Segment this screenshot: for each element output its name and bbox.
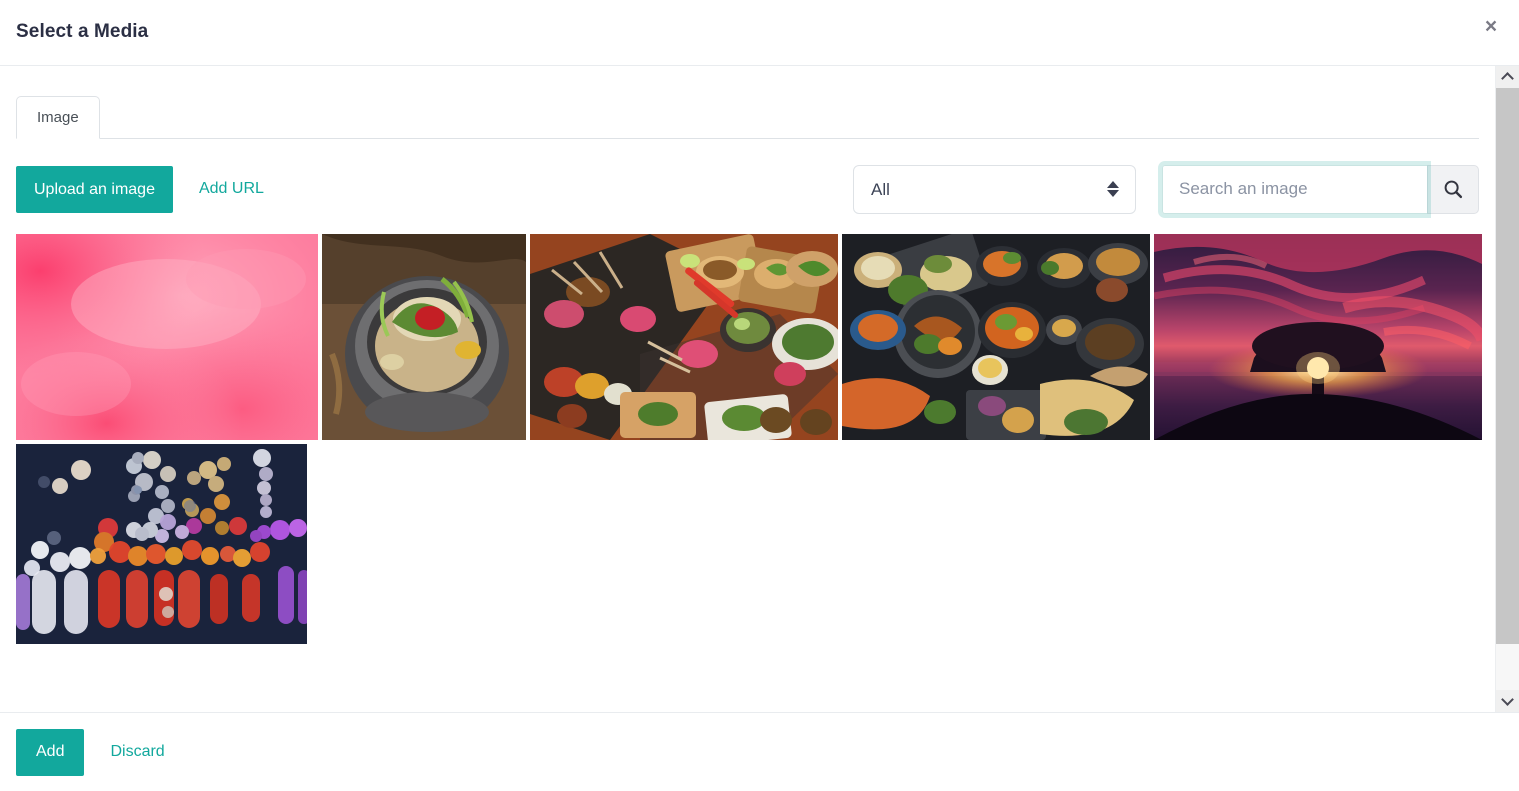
modal-body: Image Upload an image Add URL All	[0, 66, 1495, 712]
media-thumbnail-city-lights-bokeh[interactable]	[16, 444, 307, 644]
chevron-down-icon	[1501, 693, 1514, 706]
toolbar-right: All	[853, 164, 1479, 214]
modal-footer: Add Discard	[0, 712, 1519, 791]
media-thumbnail-bibimbap-stone-bowl[interactable]	[322, 234, 526, 440]
add-button[interactable]: Add	[16, 728, 85, 776]
scroll-up-button[interactable]	[1496, 66, 1519, 88]
media-thumbnail-sunset-tree-ocean[interactable]	[1154, 234, 1482, 440]
sunset-tree-ocean-image	[1154, 234, 1482, 440]
close-icon[interactable]: ×	[1477, 12, 1505, 40]
scrollbar-track[interactable]	[1496, 88, 1519, 690]
pink-watercolor-clouds-image	[16, 234, 318, 440]
search-input[interactable]	[1162, 164, 1427, 214]
search-button[interactable]	[1427, 164, 1479, 214]
tab-bar: Image	[16, 91, 1479, 139]
upload-image-button[interactable]: Upload an image	[16, 165, 173, 213]
food-spread-wooden-table-image	[530, 234, 838, 440]
bibimbap-stone-bowl-image	[322, 234, 526, 440]
vertical-scrollbar[interactable]	[1495, 66, 1519, 712]
media-type-filter: All	[853, 164, 1136, 214]
media-thumbnail-pink-watercolor-clouds[interactable]	[16, 234, 318, 440]
modal-body-wrap: Image Upload an image Add URL All	[0, 66, 1519, 712]
media-toolbar: Upload an image Add URL All	[16, 164, 1479, 214]
add-url-link[interactable]: Add URL	[199, 180, 264, 198]
media-grid	[16, 234, 1482, 644]
modal-header: Select a Media ×	[0, 0, 1519, 66]
media-thumbnail-food-spread-dark-table[interactable]	[842, 234, 1150, 440]
search-icon	[1444, 180, 1463, 199]
page-title: Select a Media	[16, 21, 149, 43]
city-lights-bokeh-image	[16, 444, 307, 644]
scroll-down-button[interactable]	[1496, 690, 1519, 712]
media-thumbnail-food-spread-wooden-table[interactable]	[530, 234, 838, 440]
search-group	[1162, 164, 1479, 214]
discard-link[interactable]: Discard	[110, 743, 164, 761]
search-input-shell	[1162, 164, 1427, 214]
food-spread-dark-table-image	[842, 234, 1150, 440]
chevron-up-icon	[1501, 72, 1514, 85]
tab-image[interactable]: Image	[16, 95, 100, 139]
media-type-select[interactable]: All	[853, 164, 1136, 214]
select-media-modal: Select a Media × Image Upload an image A…	[0, 0, 1519, 791]
scrollbar-thumb[interactable]	[1496, 88, 1519, 644]
